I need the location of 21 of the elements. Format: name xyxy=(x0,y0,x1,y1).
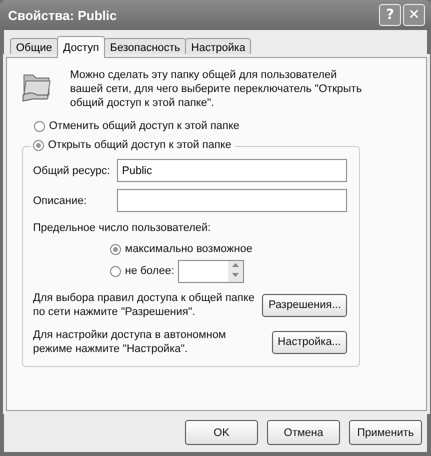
radio-button[interactable]: Открыть общий доступ к этой папке xyxy=(31,139,236,151)
window-title: Свойства: Public xyxy=(8,8,117,22)
spin-field[interactable] xyxy=(178,260,244,282)
hint-text: Для настройки доступа в автономном режиме нажмите "Настройка". xyxy=(33,328,227,356)
radio-button[interactable]: не более: xyxy=(110,265,174,277)
permissions-button[interactable]: Разрешения... xyxy=(262,294,347,316)
field-label: Общий ресурс: xyxy=(33,164,112,176)
apply-button[interactable]: Применить xyxy=(349,420,422,445)
tab[interactable]: Доступ xyxy=(57,36,105,58)
settings-button[interactable]: Настройка... xyxy=(272,330,347,354)
cancel-button[interactable]: Отмена xyxy=(267,420,340,445)
radio-button[interactable]: максимально возможное xyxy=(110,243,252,255)
radio-button[interactable]: Отменить общий доступ к этой папке xyxy=(34,120,240,132)
limit-label: Предельное число пользователей: xyxy=(33,222,212,234)
field-label: Описание: xyxy=(33,194,88,206)
ok-button[interactable]: OK xyxy=(185,420,258,445)
input-field[interactable] xyxy=(117,189,347,212)
hint-text: Для выбора правил доступа к общей папке по сети нажмите "Разрешения". xyxy=(33,291,256,319)
intro-text: Можно сделать эту папку общей для пользователей вашей сети, для чего выберите переключатель "Открыть общий доступ к этой папке". xyxy=(70,68,363,110)
up-arrow-icon[interactable] xyxy=(231,260,240,270)
input-field[interactable]: Public xyxy=(117,159,347,182)
